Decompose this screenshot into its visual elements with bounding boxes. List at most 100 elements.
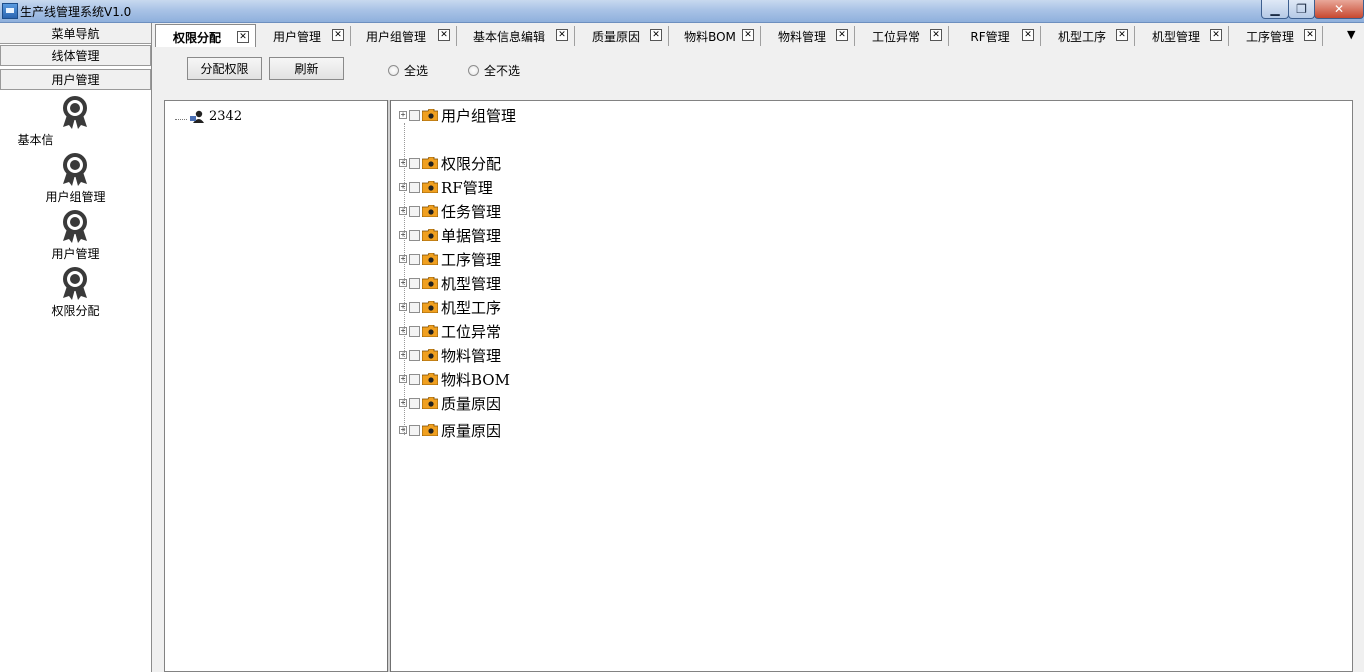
permission-checkbox[interactable] xyxy=(409,301,420,313)
permission-checkbox[interactable] xyxy=(409,373,420,385)
tab-label: 物料BOM xyxy=(684,30,736,44)
tab-close-icon[interactable]: ✕ xyxy=(1116,29,1128,41)
app-icon xyxy=(2,3,18,19)
permission-tree-item[interactable]: + RF管理 xyxy=(399,178,493,197)
tab-close-icon[interactable]: ✕ xyxy=(1022,29,1034,41)
folder-icon xyxy=(422,424,438,436)
tab-basic-info-edit[interactable]: 基本信息编辑 ✕ xyxy=(457,26,575,46)
minimize-button[interactable]: ▁ xyxy=(1261,0,1289,19)
tab-close-icon[interactable]: ✕ xyxy=(1210,29,1222,41)
tab-close-icon[interactable]: ✕ xyxy=(332,29,344,41)
select-all-radio[interactable]: 全选 xyxy=(388,62,428,79)
permission-checkbox[interactable] xyxy=(409,277,420,289)
permission-checkbox[interactable] xyxy=(409,424,420,436)
tab-close-icon[interactable]: ✕ xyxy=(742,29,754,41)
close-window-button[interactable]: ✕ xyxy=(1314,0,1364,19)
permission-checkbox[interactable] xyxy=(409,181,420,193)
expand-toggle-icon[interactable]: + xyxy=(399,375,407,383)
permission-checkbox[interactable] xyxy=(409,253,420,265)
assign-permission-button[interactable]: 分配权限 xyxy=(187,57,262,80)
tab-material-management[interactable]: 物料管理 ✕ xyxy=(761,26,855,46)
permission-tree-label: 物料BOM xyxy=(441,370,510,389)
tab-overflow-dropdown-icon[interactable]: ▼ xyxy=(1347,28,1355,41)
permission-tree-label: RF管理 xyxy=(441,178,493,197)
permission-tree-label: 权限分配 xyxy=(441,154,502,173)
permission-checkbox[interactable] xyxy=(409,109,420,121)
permission-tree-item[interactable]: + 物料BOM xyxy=(399,370,510,389)
permission-checkbox[interactable] xyxy=(409,157,420,169)
tab-close-icon[interactable]: ✕ xyxy=(237,31,249,43)
tab-strip: 权限分配 ✕ 用户管理 ✕ 用户组管理 ✕ 基本信息编辑 ✕ 质量原因 ✕ 物料… xyxy=(152,23,1364,47)
expand-toggle-icon[interactable]: + xyxy=(399,207,407,215)
expand-toggle-icon[interactable]: + xyxy=(399,111,407,119)
tab-label: 权限分配 xyxy=(172,31,221,45)
tab-station-exception[interactable]: 工位异常 ✕ xyxy=(855,26,949,46)
permission-tree-item[interactable]: + 机型工序 xyxy=(399,298,502,317)
permission-tree-item[interactable]: + 工序管理 xyxy=(399,250,501,269)
tab-rf-management[interactable]: RF管理 ✕ xyxy=(949,26,1041,46)
award-icon xyxy=(63,153,87,186)
permission-checkbox[interactable] xyxy=(409,325,420,337)
expand-toggle-icon[interactable]: + xyxy=(399,351,407,359)
permission-tree-item[interactable]: + 任务管理 xyxy=(399,202,502,221)
user-node-label: 2342 xyxy=(209,109,243,124)
tab-label: 物料管理 xyxy=(777,30,826,44)
nav-group-user-management[interactable]: 用户管理 xyxy=(0,69,151,90)
permission-tree-item[interactable]: + 质量原因 xyxy=(399,394,501,413)
expand-toggle-icon[interactable]: + xyxy=(399,159,407,167)
permission-checkbox[interactable] xyxy=(409,349,420,361)
title-bar: 生产线管理系统V1.0 ▁ ❐ ✕ xyxy=(0,0,1364,23)
tab-close-icon[interactable]: ✕ xyxy=(556,29,568,41)
select-none-radio[interactable]: 全不选 xyxy=(468,62,520,79)
tab-label: 工位异常 xyxy=(871,30,920,44)
user-tree-node[interactable]: 2342 xyxy=(175,109,242,124)
permission-tree-item[interactable]: + 物料管理 xyxy=(399,346,501,365)
permission-tree-label: 用户组管理 xyxy=(441,106,517,125)
tab-user-group-management[interactable]: 用户组管理 ✕ xyxy=(351,26,457,46)
tab-label: 基本信息编辑 xyxy=(472,30,545,44)
permission-checkbox[interactable] xyxy=(409,397,420,409)
tab-process-management[interactable]: 工序管理 ✕ xyxy=(1229,26,1323,46)
expand-toggle-icon[interactable]: + xyxy=(399,231,407,239)
permission-tree-label: 任务管理 xyxy=(441,202,502,221)
permission-tree-item[interactable]: + 单据管理 xyxy=(399,226,501,245)
permission-tree-item[interactable]: + 权限分配 xyxy=(399,154,502,173)
tab-model-process[interactable]: 机型工序 ✕ xyxy=(1041,26,1135,46)
tab-model-management[interactable]: 机型管理 ✕ xyxy=(1135,26,1229,46)
nav-group-line-management[interactable]: 线体管理 xyxy=(0,45,151,66)
tab-permission-assignment[interactable]: 权限分配 ✕ xyxy=(155,24,256,47)
nav-item-basic-info[interactable]: 基本信 xyxy=(0,96,151,151)
permission-checkbox[interactable] xyxy=(409,205,420,217)
permission-tree-item[interactable]: + 机型管理 xyxy=(399,274,501,293)
expand-toggle-icon[interactable]: + xyxy=(399,279,407,287)
tab-close-icon[interactable]: ✕ xyxy=(650,29,662,41)
expand-toggle-icon[interactable]: + xyxy=(399,255,407,263)
tab-close-icon[interactable]: ✕ xyxy=(438,29,450,41)
tab-material-bom[interactable]: 物料BOM ✕ xyxy=(669,26,761,46)
tab-label: 用户组管理 xyxy=(365,30,426,44)
permission-tree-item[interactable]: + 用户组管理 xyxy=(399,106,517,125)
refresh-button[interactable]: 刷新 xyxy=(269,57,344,80)
nav-item-user-management[interactable]: 用户管理 xyxy=(0,210,151,265)
nav-header-menu[interactable]: 菜单导航 xyxy=(0,23,151,44)
permission-tree-panel: + 用户组管理 + 权限分配 + RF管理 + 任务管理 + 单据管理 + 工序管理 + 机型管理 + 机型工… xyxy=(391,100,1353,672)
expand-toggle-icon[interactable]: + xyxy=(399,303,407,311)
nav-item-permission-assignment[interactable]: 权限分配 xyxy=(0,267,151,322)
expand-toggle-icon[interactable]: + xyxy=(399,426,407,434)
permission-tree-item[interactable]: + 原量原因 xyxy=(399,421,501,440)
permission-tree-item[interactable]: + 工位异常 xyxy=(399,322,501,341)
tab-close-icon[interactable]: ✕ xyxy=(1304,29,1316,41)
expand-toggle-icon[interactable]: + xyxy=(399,399,407,407)
tab-close-icon[interactable]: ✕ xyxy=(836,29,848,41)
permission-tree-label: 机型工序 xyxy=(441,298,502,317)
tab-label: RF管理 xyxy=(970,30,1010,44)
maximize-button[interactable]: ❐ xyxy=(1288,0,1315,19)
expand-toggle-icon[interactable]: + xyxy=(399,327,407,335)
folder-icon xyxy=(422,349,438,361)
nav-item-user-group-management[interactable]: 用户组管理 xyxy=(0,153,151,208)
tab-quality-reason[interactable]: 质量原因 ✕ xyxy=(575,26,669,46)
permission-checkbox[interactable] xyxy=(409,229,420,241)
tab-user-management[interactable]: 用户管理 ✕ xyxy=(256,26,351,46)
tab-close-icon[interactable]: ✕ xyxy=(930,29,942,41)
expand-toggle-icon[interactable]: + xyxy=(399,183,407,191)
